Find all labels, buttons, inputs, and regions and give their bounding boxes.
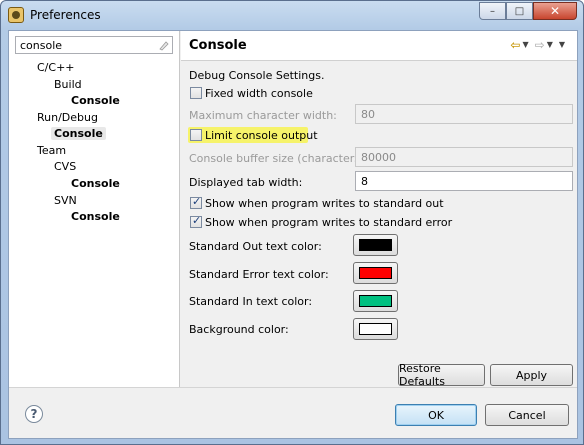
limit-output-label: Limit console output <box>205 129 318 142</box>
back-dropdown-icon[interactable]: ▼ <box>522 39 528 51</box>
tree-item-svn[interactable]: SVN <box>54 194 77 207</box>
stderr-color-label: Standard Error text color: <box>189 268 329 281</box>
stdout-color-button[interactable] <box>353 234 398 256</box>
stderr-color-swatch <box>359 267 392 279</box>
history-nav: ⇦ ▼ ⇨ ▼ ▼ <box>510 39 569 51</box>
restore-defaults-button[interactable]: Restore Defaults <box>398 362 485 388</box>
clear-filter-icon[interactable] <box>158 40 169 51</box>
stdout-color-swatch <box>359 239 392 251</box>
tree-item-svn-console[interactable]: Console <box>71 210 120 223</box>
fixed-width-checkbox[interactable] <box>190 87 202 99</box>
limit-output-checkbox[interactable] <box>190 129 202 141</box>
stdin-color-label: Standard In text color: <box>189 295 313 308</box>
stdin-color-button[interactable] <box>353 290 398 312</box>
ok-button[interactable]: OK <box>395 404 477 426</box>
show-stdout-checkbox[interactable] <box>190 195 202 209</box>
view-menu-icon[interactable]: ▼ <box>559 39 565 51</box>
dialog-client: console C/C++ Build Console Run/Debug Co… <box>8 30 578 439</box>
background-color-label: Background color: <box>189 323 289 336</box>
preference-tree-panel: console C/C++ Build Console Run/Debug Co… <box>9 31 180 387</box>
show-stderr-checkbox[interactable] <box>190 214 202 228</box>
caption-buttons: – □ ✕ <box>479 2 577 20</box>
buffer-size-field[interactable]: 80000 <box>355 147 573 167</box>
tree-item-run-debug[interactable]: Run/Debug <box>37 111 98 124</box>
background-color-swatch <box>359 323 392 335</box>
tree-item-run-debug-console[interactable]: Console <box>51 127 106 140</box>
stdout-color-label: Standard Out text color: <box>189 240 322 253</box>
max-char-width-field[interactable]: 80 <box>355 104 573 124</box>
buffer-size-label: Console buffer size (characters): <box>189 152 369 165</box>
page-title: Console <box>189 38 247 53</box>
background-color-button[interactable] <box>353 318 398 340</box>
page-description: Debug Console Settings. <box>189 69 325 82</box>
apply-button[interactable]: Apply <box>490 364 573 386</box>
show-stdout-label: Show when program writes to standard out <box>205 197 444 210</box>
max-char-width-label: Maximum character width: <box>189 109 337 122</box>
preference-page: Console ⇦ ▼ ⇨ ▼ ▼ Debug Console Settings… <box>181 31 577 388</box>
title-bar[interactable]: Preferences – □ ✕ <box>1 1 583 29</box>
tree-item-cpp[interactable]: C/C++ <box>37 61 75 74</box>
tree-item-build[interactable]: Build <box>54 78 82 91</box>
maximize-button[interactable]: □ <box>506 2 533 20</box>
filter-value: console <box>20 39 63 52</box>
app-icon <box>8 7 24 23</box>
forward-dropdown-icon[interactable]: ▼ <box>547 39 553 51</box>
tree-item-team[interactable]: Team <box>37 144 66 157</box>
tab-width-label: Displayed tab width: <box>189 176 303 189</box>
fixed-width-label: Fixed width console <box>205 87 313 100</box>
show-stderr-label: Show when program writes to standard err… <box>205 216 453 229</box>
forward-arrow-icon[interactable]: ⇨ <box>535 39 545 51</box>
filter-input[interactable]: console <box>15 36 173 54</box>
tree-item-cpp-build-console[interactable]: Console <box>71 94 120 107</box>
help-icon[interactable]: ? <box>25 405 43 423</box>
footer-divider <box>9 387 577 388</box>
minimize-button[interactable]: – <box>479 2 506 20</box>
tab-width-field[interactable]: 8 <box>355 171 573 191</box>
tree-item-cvs[interactable]: CVS <box>54 160 76 173</box>
tree-item-cvs-console[interactable]: Console <box>71 177 120 190</box>
stdin-color-swatch <box>359 295 392 307</box>
page-header: Console ⇦ ▼ ⇨ ▼ ▼ <box>181 31 577 61</box>
window-title: Preferences <box>30 8 101 22</box>
close-button[interactable]: ✕ <box>533 2 577 20</box>
cancel-button[interactable]: Cancel <box>485 404 569 426</box>
stderr-color-button[interactable] <box>353 262 398 284</box>
back-arrow-icon[interactable]: ⇦ <box>510 39 520 51</box>
preferences-window: Preferences – □ ✕ console C/C++ Build Co… <box>0 0 584 445</box>
